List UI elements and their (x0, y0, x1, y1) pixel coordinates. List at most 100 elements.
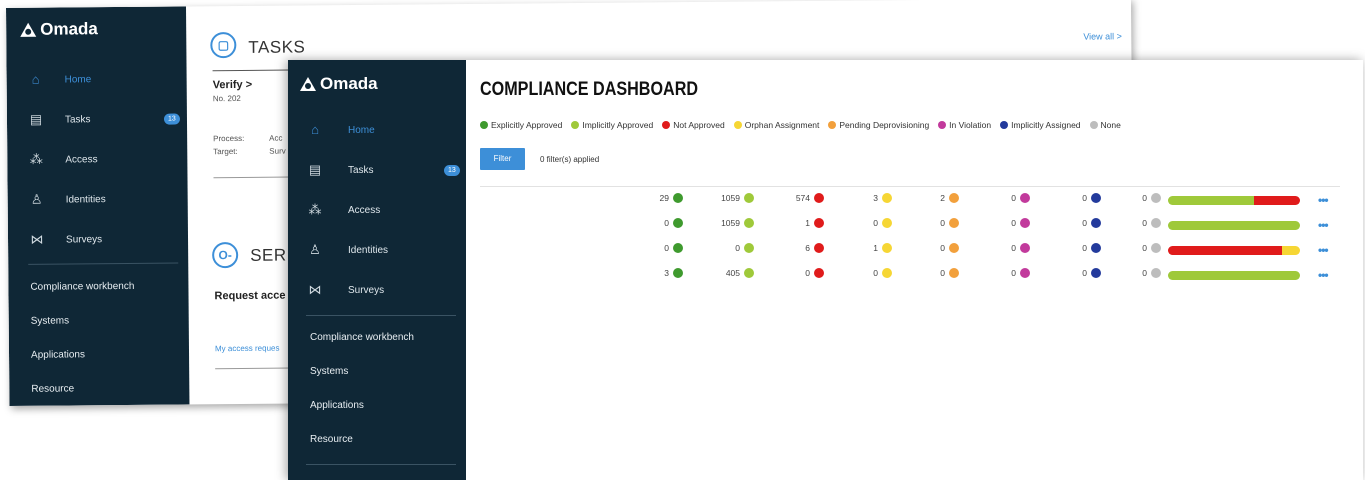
sidebar-divider (28, 262, 179, 265)
omada-logo-icon (20, 23, 36, 37)
count-value: 574 (795, 193, 810, 203)
request-access-link[interactable]: Request acce (214, 290, 285, 303)
identities-icon: ♙ (30, 191, 43, 207)
count-value: 3 (873, 193, 878, 203)
sidebar-link-systems[interactable]: Systems (310, 366, 348, 377)
legend-dot-icon (733, 121, 742, 129)
status-count: 29 (623, 193, 683, 203)
sidebar-item-identities[interactable]: ♙ Identities (306, 242, 388, 258)
my-access-requests-link[interactable]: My access reques (215, 344, 280, 354)
compliance-bar (1168, 221, 1300, 230)
home-icon: ⌂ (31, 71, 40, 87)
view-all-link[interactable]: View all > (1083, 31, 1122, 41)
status-dot-icon (1091, 218, 1101, 228)
count-value: 405 (725, 268, 740, 278)
status-count: 0 (1041, 218, 1101, 228)
sidebar-item-home[interactable]: ⌂ Home (27, 71, 92, 88)
sidebar-item-access[interactable]: ⁂ Access (306, 202, 381, 218)
more-options-icon[interactable]: ••• (1318, 269, 1329, 281)
legend-label: None (1100, 120, 1121, 130)
page-title: COMPLIANCE DASHBOARD (480, 79, 699, 100)
sidebar-item-identities[interactable]: ♙ Identities (28, 191, 106, 208)
count-value: 3 (664, 268, 669, 278)
legend-label: Pending Deprovisioning (839, 120, 930, 130)
count-value: 0 (664, 243, 669, 253)
count-value: 2 (940, 193, 945, 203)
sidebar-item-tasks[interactable]: ▤ Tasks 13 (27, 111, 180, 128)
status-dot-icon (1151, 218, 1161, 228)
status-count: 1 (832, 243, 892, 253)
brand-name: Omada (320, 74, 378, 93)
back-sidebar: Omada ⌂ Home ▤ Tasks 13 ⁂ Access ♙ Ident… (6, 6, 190, 406)
status-count: 0 (1041, 193, 1101, 203)
legend-label: In Violation (949, 120, 992, 130)
target-value: Surv (269, 146, 286, 156)
sidebar-item-tasks[interactable]: ▤ Tasks 13 (306, 162, 466, 178)
count-value: 0 (940, 268, 945, 278)
more-options-icon[interactable]: ••• (1318, 244, 1329, 256)
bar-segment (1168, 196, 1254, 205)
sidebar-link-resource[interactable]: Resource (31, 383, 74, 394)
bar-segment (1168, 221, 1300, 230)
legend-item: None (1089, 120, 1121, 130)
status-dot-icon (882, 193, 892, 203)
count-value: 0 (805, 268, 810, 278)
status-dot-icon (882, 268, 892, 278)
sidebar-item-label: Home (348, 124, 375, 136)
sidebar-item-label: Tasks (348, 164, 374, 176)
count-value: 0 (1082, 193, 1087, 203)
sidebar-item-surveys[interactable]: ⋈ Surveys (306, 282, 385, 298)
count-value: 0 (1011, 193, 1016, 203)
process-label: Process: (213, 133, 245, 144)
sidebar-link-applications[interactable]: Applications (31, 349, 85, 360)
compliance-bar (1168, 196, 1300, 205)
count-value: 0 (735, 243, 740, 253)
sidebar-link-compliance-workbench[interactable]: Compliance workbench (30, 281, 134, 293)
access-icon: ⁂ (308, 202, 322, 217)
more-options-icon[interactable]: ••• (1318, 219, 1329, 231)
table-divider (480, 186, 1340, 187)
legend-dot-icon (662, 121, 671, 129)
sidebar-item-home[interactable]: ⌂ Home (306, 122, 375, 138)
count-value: 0 (664, 218, 669, 228)
legend-dot-icon (828, 121, 837, 129)
more-options-icon[interactable]: ••• (1318, 194, 1329, 206)
status-count: 0 (970, 268, 1030, 278)
count-value: 0 (1142, 243, 1147, 253)
sidebar-link-applications[interactable]: Applications (310, 400, 364, 411)
sidebar-divider (306, 464, 456, 465)
tasks-count-badge: 13 (444, 165, 460, 176)
sidebar-item-label: Identities (65, 193, 106, 205)
legend-item: Not Approved (662, 120, 725, 130)
sidebar-divider (306, 315, 456, 316)
sidebar-item-label: Access (348, 204, 381, 216)
process-value: Acc (269, 133, 283, 143)
status-count: 0 (1101, 268, 1161, 278)
status-dot-icon (1151, 268, 1161, 278)
count-value: 0 (1142, 193, 1147, 203)
sidebar-item-label: Home (64, 73, 92, 85)
sidebar-item-label: Access (65, 153, 98, 165)
count-value: 0 (1082, 243, 1087, 253)
status-dot-icon (744, 268, 754, 278)
sidebar-item-access[interactable]: ⁂ Access (27, 151, 98, 168)
sidebar-link-resource[interactable]: Resource (310, 434, 353, 445)
filter-button[interactable]: Filter (480, 148, 525, 170)
sidebar-link-systems[interactable]: Systems (31, 315, 69, 326)
sidebar-link-compliance-workbench[interactable]: Compliance workbench (310, 332, 414, 343)
status-dot-icon (814, 193, 824, 203)
status-count: 0 (1041, 243, 1101, 253)
count-value: 1 (873, 243, 878, 253)
verify-link[interactable]: Verify > (213, 79, 253, 91)
sidebar-item-surveys[interactable]: ⋈ Surveys (28, 231, 102, 248)
status-dot-icon (673, 193, 683, 203)
status-count: 0 (970, 243, 1030, 253)
status-dot-icon (949, 218, 959, 228)
status-count: 1059 (694, 218, 754, 228)
tasks-icon: ▤ (29, 111, 43, 127)
legend-dot-icon (938, 121, 947, 129)
count-value: 6 (805, 243, 810, 253)
status-dot-icon (1091, 243, 1101, 253)
tasks-icon: ▤ (308, 162, 322, 177)
legend-item: Implicitly Assigned (1000, 120, 1081, 130)
